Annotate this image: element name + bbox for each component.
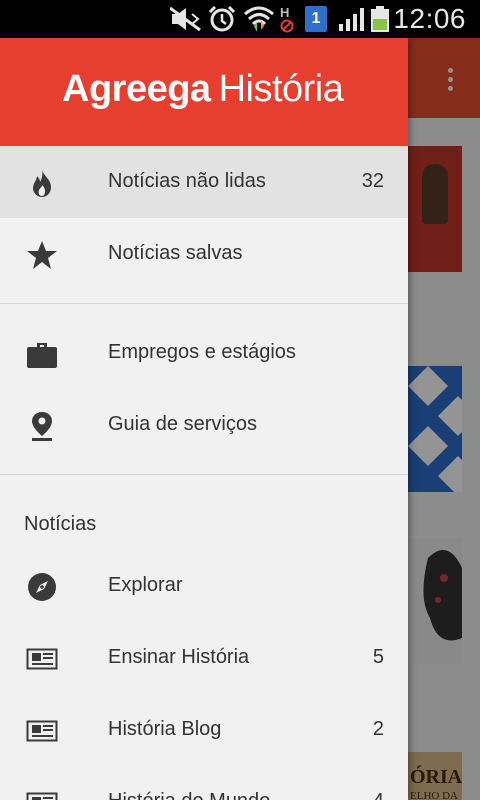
battery-icon xyxy=(371,6,389,32)
app-title: Agreega História xyxy=(62,68,344,111)
compass-icon xyxy=(28,573,56,601)
nav-item-label: História Blog xyxy=(108,718,222,740)
network-badge: H xyxy=(280,5,290,20)
nav-item-label: Empregos e estágios xyxy=(108,341,296,363)
nav-item-label: Explorar xyxy=(108,574,183,596)
unread-count: 32 xyxy=(361,170,384,192)
newspaper-icon xyxy=(26,720,58,742)
clock: 12:06 xyxy=(393,3,466,34)
nav-item-unread-news[interactable]: Notícias não lidas 32 xyxy=(0,146,408,218)
divider xyxy=(0,474,408,475)
alarm-icon xyxy=(208,6,236,32)
mute-icon xyxy=(170,6,201,32)
nav-item-label: Notícias salvas xyxy=(108,242,243,264)
location-pin-icon xyxy=(32,412,52,441)
no-data-icon xyxy=(280,19,294,33)
app-title-thin: História xyxy=(218,68,344,110)
unread-count: 2 xyxy=(372,718,384,740)
navigation-drawer: Agreega História Notícias não lidas 32 No… xyxy=(0,38,408,800)
section-header-news: Notícias xyxy=(0,488,408,550)
nav-item-explore[interactable]: Explorar xyxy=(0,550,408,622)
flame-icon xyxy=(33,169,51,197)
network-type-icon: H xyxy=(280,5,296,33)
newspaper-icon xyxy=(26,648,58,670)
nav-item-feed[interactable]: História do Mundo 4 xyxy=(0,766,408,800)
briefcase-icon xyxy=(27,343,57,368)
sim-card-icon: 1 xyxy=(305,6,327,32)
wifi-icon xyxy=(244,6,274,32)
unread-count: 4 xyxy=(373,790,384,800)
section-title: Notícias xyxy=(24,513,97,535)
nav-item-label: Ensinar História xyxy=(108,646,250,668)
nav-item-label: História do Mundo xyxy=(108,790,270,800)
nav-item-label: Notícias não lidas xyxy=(108,170,266,192)
sim-badge: 1 xyxy=(311,10,321,27)
star-icon xyxy=(27,241,57,269)
nav-item-feed[interactable]: História Blog 2 xyxy=(0,694,408,766)
nav-item-jobs[interactable]: Empregos e estágios xyxy=(0,317,408,389)
app-title-bold: Agreega xyxy=(62,68,211,110)
nav-item-feed[interactable]: Ensinar História 5 xyxy=(0,622,408,694)
drawer-header: Agreega História xyxy=(0,38,408,146)
nav-item-label: Guia de serviços xyxy=(108,413,257,435)
unread-count: 5 xyxy=(372,646,384,668)
newspaper-icon xyxy=(26,792,58,800)
status-bar: H 1 12:06 xyxy=(0,0,480,38)
divider xyxy=(0,303,408,304)
signal-strength-icon xyxy=(339,8,364,31)
nav-item-services-guide[interactable]: Guia de serviços xyxy=(0,389,408,461)
nav-item-saved-news[interactable]: Notícias salvas xyxy=(0,218,408,290)
